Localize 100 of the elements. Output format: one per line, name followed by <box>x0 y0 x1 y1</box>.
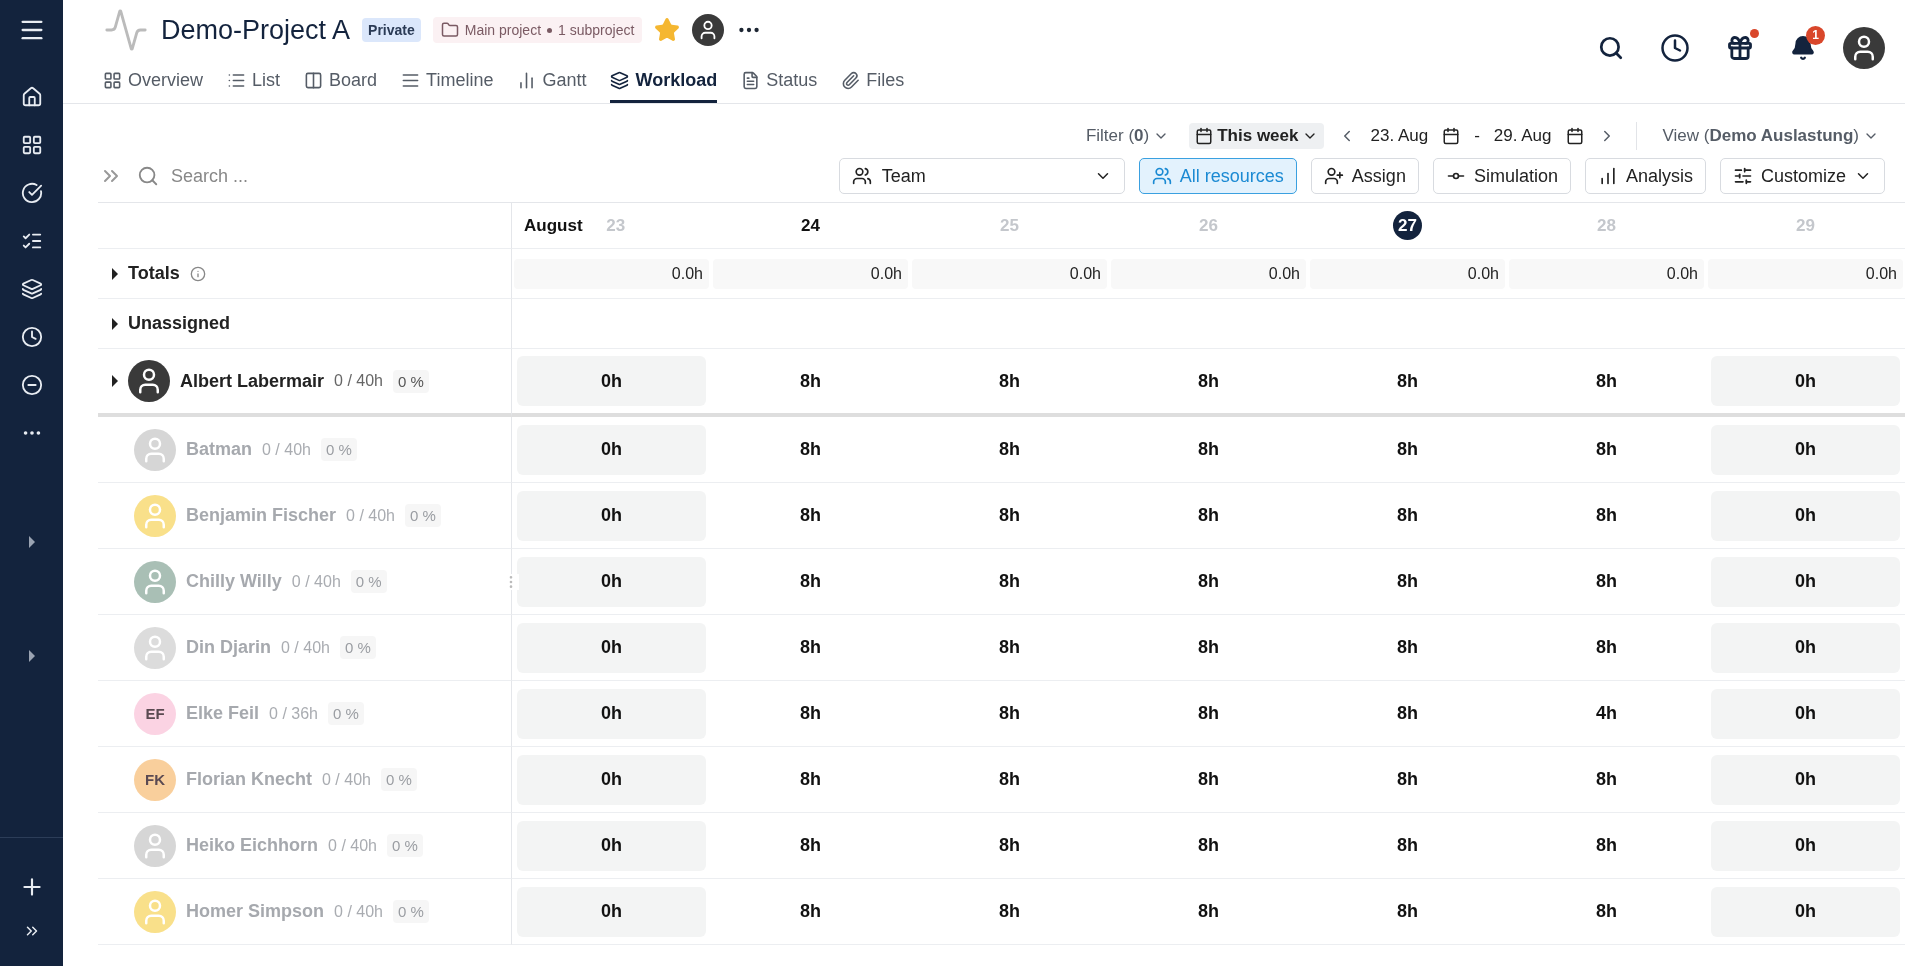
hours-cell[interactable]: 8h <box>1114 820 1303 871</box>
period-button[interactable]: This week <box>1189 123 1325 149</box>
grid-icon[interactable] <box>20 134 43 156</box>
hours-cell[interactable]: 8h <box>716 886 905 937</box>
tab[interactable]: Gantt <box>517 60 587 103</box>
hours-cell[interactable]: 0h <box>1711 886 1900 937</box>
hours-cell[interactable]: 8h <box>1114 622 1303 673</box>
hours-cell[interactable]: 8h <box>716 688 905 739</box>
hours-cell[interactable]: 8h <box>1313 754 1502 805</box>
project-hierarchy-tag[interactable]: Main project 1 subproject <box>432 17 643 43</box>
tab[interactable]: Files <box>841 60 905 103</box>
day-label: 29 <box>1796 215 1815 236</box>
hours-cell[interactable]: 8h <box>1313 556 1502 607</box>
view-button[interactable]: View (Demo Auslastung) <box>1656 123 1885 149</box>
expand-icon[interactable] <box>112 267 118 280</box>
hours-cell[interactable]: 8h <box>1512 754 1701 805</box>
tab[interactable]: Workload <box>610 60 718 103</box>
expand-icon[interactable] <box>112 317 118 330</box>
hours-cell[interactable]: 0h <box>517 424 706 475</box>
hours-cell[interactable]: 0h <box>1711 424 1900 475</box>
hours-cell[interactable]: 8h <box>1512 556 1701 607</box>
hours-cell[interactable]: 0h <box>1711 556 1900 607</box>
hours-cell[interactable]: 8h <box>716 556 905 607</box>
hours-cell[interactable]: 0h <box>517 754 706 805</box>
hours-cell[interactable]: 8h <box>1512 820 1701 871</box>
layers-icon[interactable] <box>20 278 43 300</box>
hours-cell[interactable]: 0h <box>1711 490 1900 541</box>
hours-cell[interactable]: 8h <box>1114 424 1303 475</box>
hours-cell[interactable]: 0h <box>517 688 706 739</box>
hours-cell[interactable]: 8h <box>716 820 905 871</box>
toolbar-button[interactable]: Analysis <box>1584 158 1706 194</box>
hours-cell[interactable]: 8h <box>915 754 1104 805</box>
calendar-icon[interactable] <box>1442 127 1461 145</box>
hours-cell[interactable]: 8h <box>915 688 1104 739</box>
tab[interactable]: Overview <box>103 60 203 103</box>
hours-cell[interactable]: 0h <box>1711 356 1900 406</box>
hours-cell[interactable]: 8h <box>1114 886 1303 937</box>
hours-cell[interactable]: 8h <box>1114 754 1303 805</box>
hours-cell[interactable]: 8h <box>1512 424 1701 475</box>
hours-cell[interactable]: 8h <box>1114 556 1303 607</box>
filter-button[interactable]: Filter (0) <box>1079 123 1176 149</box>
check-circle-icon[interactable] <box>20 182 43 204</box>
hours-cell[interactable]: 8h <box>915 356 1104 406</box>
hours-cell[interactable]: 8h <box>1512 356 1701 406</box>
minus-circle-icon[interactable] <box>20 374 43 396</box>
hours-cell[interactable]: 8h <box>716 490 905 541</box>
hours-cell[interactable]: 8h <box>1313 688 1502 739</box>
hours-cell[interactable]: 8h <box>1512 490 1701 541</box>
hours-cell[interactable]: 8h <box>1512 886 1701 937</box>
tab[interactable]: List <box>227 60 281 103</box>
hours-cell[interactable]: 8h <box>1114 356 1303 406</box>
hours-cell[interactable]: 8h <box>716 754 905 805</box>
toolbar-button[interactable]: Customize <box>1719 158 1885 194</box>
range-end: 29. Aug <box>1493 126 1552 146</box>
hours-cell[interactable]: 8h <box>1313 820 1502 871</box>
info-icon[interactable] <box>189 265 206 282</box>
hours-cell[interactable]: 0h <box>517 886 706 937</box>
hours-cell[interactable]: 0h <box>517 556 706 607</box>
hours-cell[interactable]: 8h <box>716 622 905 673</box>
hours-cell[interactable]: 8h <box>1313 490 1502 541</box>
hours-cell[interactable]: 0h <box>517 490 706 541</box>
hours-cell[interactable]: 8h <box>915 886 1104 937</box>
hours-cell[interactable]: 8h <box>1313 622 1502 673</box>
toolbar-button[interactable]: Assign <box>1310 158 1419 194</box>
hours-cell[interactable]: 0h <box>1711 820 1900 871</box>
hours-cell[interactable]: 0h <box>517 622 706 673</box>
hours-cell[interactable]: 8h <box>1512 622 1701 673</box>
group-select[interactable]: Team <box>838 158 1125 194</box>
tab[interactable]: Timeline <box>401 60 494 103</box>
clock-icon[interactable] <box>20 326 43 348</box>
expand-icon[interactable] <box>28 536 35 548</box>
hours-cell[interactable]: 8h <box>915 820 1104 871</box>
toolbar-button[interactable]: Simulation <box>1432 158 1571 194</box>
tab[interactable]: Status <box>741 60 818 103</box>
hours-cell[interactable]: 8h <box>1313 886 1502 937</box>
expand-icon[interactable] <box>112 375 118 387</box>
hours-cell[interactable]: 8h <box>1313 424 1502 475</box>
hours-cell[interactable]: 0h <box>1711 688 1900 739</box>
hours-cell[interactable]: 8h <box>1114 490 1303 541</box>
hours-cell[interactable]: 8h <box>915 490 1104 541</box>
avatar-placeholder[interactable] <box>1843 26 1885 69</box>
hours-cell[interactable]: 8h <box>1114 688 1303 739</box>
hours-cell[interactable]: 0h <box>1711 754 1900 805</box>
hours-cell[interactable]: 4h <box>1512 688 1701 739</box>
hours-cell[interactable]: 0h <box>1711 622 1900 673</box>
hours-cell[interactable]: 8h <box>716 356 905 406</box>
hours-cell[interactable]: 0h <box>517 356 706 406</box>
star-icon[interactable] <box>654 17 681 43</box>
hours-cell[interactable]: 8h <box>1313 356 1502 406</box>
hours-cell[interactable]: 8h <box>716 424 905 475</box>
hours-cell[interactable]: 8h <box>915 622 1104 673</box>
hours-cell[interactable]: 8h <box>915 424 1104 475</box>
capacity-text: 0 / 40h <box>322 770 371 789</box>
notifications-button[interactable]: 1 <box>1781 25 1825 70</box>
home-icon[interactable] <box>20 86 43 108</box>
hours-cell[interactable]: 0h <box>517 820 706 871</box>
tab[interactable]: Board <box>304 60 378 103</box>
expand-icon[interactable] <box>28 650 35 662</box>
hours-cell[interactable]: 8h <box>915 556 1104 607</box>
calendar-icon[interactable] <box>1565 127 1584 145</box>
